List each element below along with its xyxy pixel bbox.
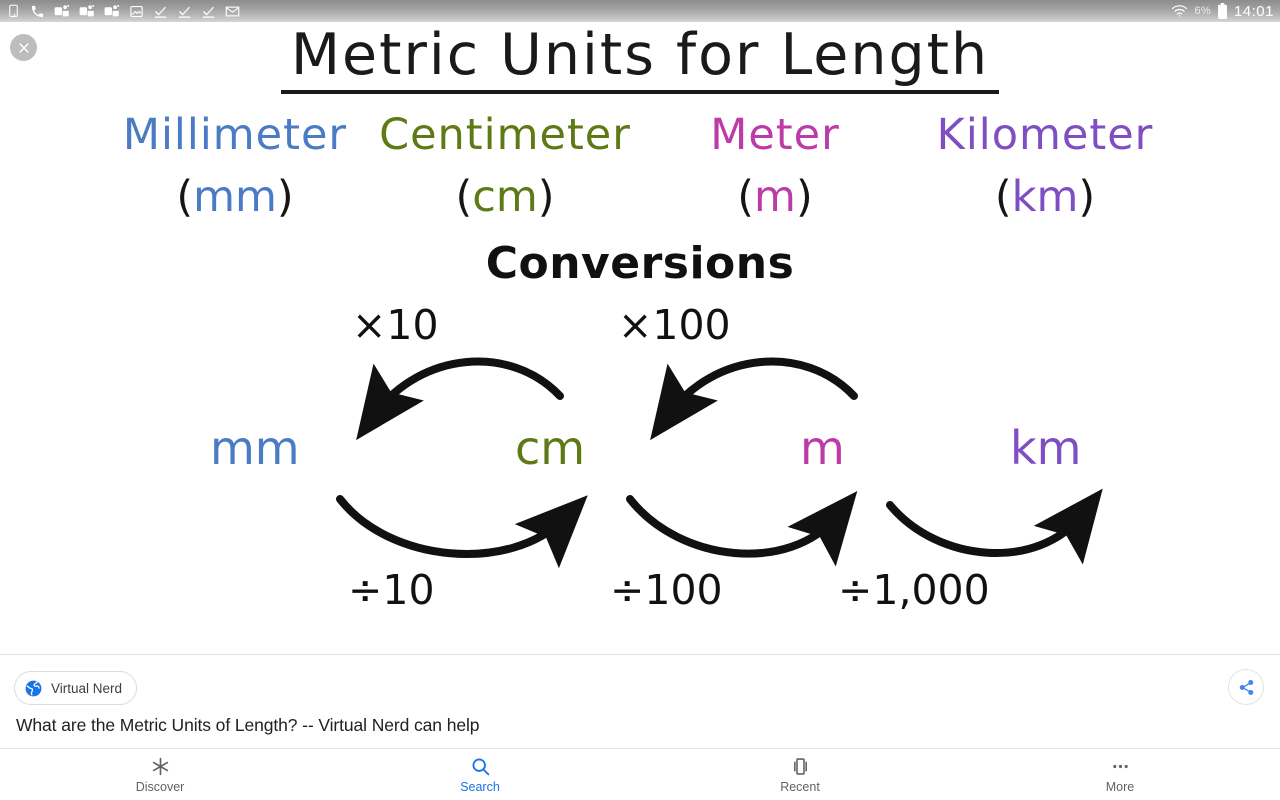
cards-icon (793, 757, 807, 775)
checkmark-icon (178, 6, 191, 18)
conversion-diagram: ×10 ×100 mm cm m km ÷10 ÷100 ÷1,000 (90, 291, 1190, 621)
diagram-unit-m: m (800, 420, 845, 475)
diagram-unit-mm: mm (210, 420, 300, 475)
search-icon (471, 757, 489, 775)
paren-close: ) (537, 171, 555, 222)
unit-name-kilometer: Kilometer (936, 109, 1154, 160)
divide-label-1000: ÷1,000 (838, 565, 990, 614)
status-bar: 6% 14:01 (0, 0, 1280, 22)
paren-close: ) (795, 171, 813, 222)
diagram-unit-cm: cm (515, 420, 586, 475)
paren-open: ( (176, 171, 194, 222)
paren-open: ( (737, 171, 755, 222)
paren-open: ( (455, 171, 473, 222)
arrow-cm-to-m (626, 490, 858, 567)
status-bar-right: 6% 14:01 (1171, 3, 1274, 20)
clock-label: 14:01 (1233, 2, 1274, 20)
close-button[interactable] (10, 34, 37, 61)
arrow-cm-to-mm (356, 357, 564, 440)
phone-call-icon (31, 5, 44, 17)
globe-icon (25, 680, 42, 696)
paren-close: ) (1078, 171, 1096, 222)
unit-name-centimeter: Centimeter (379, 109, 631, 160)
checkmark-icon (154, 6, 167, 18)
unit-abbr-mm-group: (mm) (100, 172, 370, 222)
unit-names-row: Millimeter Centimeter Meter Kilometer (0, 110, 1280, 160)
unit-name-meter: Meter (710, 109, 840, 160)
nav-item-search[interactable]: Search (320, 749, 640, 800)
unit-abbr-mm: mm (193, 171, 277, 222)
arrow-mm-to-cm (336, 494, 588, 569)
nav-label-more: More (1105, 779, 1135, 794)
unit-abbr-km-group: (km) (910, 172, 1180, 222)
divide-label-10: ÷10 (348, 565, 435, 614)
battery-percent-label: 6% (1194, 5, 1211, 17)
poster-image: Metric Units for Length Millimeter Centi… (0, 22, 1280, 654)
nav-item-more[interactable]: More (960, 749, 1280, 800)
wifi-icon (1172, 5, 1188, 17)
unit-abbr-m: m (754, 171, 796, 222)
divide-label-100: ÷100 (610, 565, 723, 614)
nav-item-discover[interactable]: Discover (0, 749, 320, 800)
image-icon (130, 5, 143, 17)
nav-item-recent[interactable]: Recent (640, 749, 960, 800)
nav-label-discover: Discover (135, 779, 185, 794)
teams-icon (104, 4, 120, 16)
nav-label-search: Search (460, 779, 500, 794)
conversions-heading: Conversions (485, 237, 795, 289)
unit-name-millimeter: Millimeter (122, 109, 348, 160)
checkmark-icon (202, 6, 215, 18)
poster-title-wrap: Metric Units for Length (0, 22, 1280, 94)
unit-abbr-cm: cm (472, 171, 538, 222)
ellipsis-icon (1112, 764, 1128, 768)
source-chip[interactable]: Virtual Nerd (14, 671, 138, 705)
multiply-label-x10: ×10 (352, 300, 439, 349)
teams-icon (54, 4, 70, 16)
bottom-navigation: Discover Search Recent More (0, 748, 1280, 800)
arrow-m-to-cm (650, 357, 858, 440)
paren-close: ) (276, 171, 294, 222)
nav-label-recent: Recent (780, 779, 820, 794)
multiply-label-x100: ×100 (618, 300, 731, 349)
image-viewer: Metric Units for Length Millimeter Centi… (0, 22, 1280, 654)
share-button[interactable] (1228, 669, 1264, 705)
close-icon (18, 42, 29, 53)
mail-icon (225, 6, 240, 16)
page-title: Metric Units for Length (280, 25, 1000, 94)
unit-abbrs-row: (mm) (cm) (m) (km) (0, 172, 1280, 222)
phone-vibrate-icon (9, 4, 18, 18)
source-bar: Virtual Nerd What are the Metric Units o… (0, 654, 1280, 748)
teams-icon (79, 4, 95, 16)
share-icon (1239, 679, 1253, 695)
status-bar-left-icons (6, 4, 1171, 19)
image-caption: What are the Metric Units of Length? -- … (16, 715, 480, 735)
unit-abbr-m-group: (m) (640, 172, 910, 222)
battery-icon (1218, 3, 1227, 19)
arrow-m-to-km (886, 488, 1103, 565)
paren-open: ( (994, 171, 1012, 222)
diagram-unit-km: km (1010, 420, 1082, 475)
unit-abbr-km: km (1011, 171, 1079, 222)
asterisk-icon (152, 757, 168, 775)
source-chip-label: Virtual Nerd (51, 680, 123, 696)
unit-abbr-cm-group: (cm) (370, 172, 640, 222)
